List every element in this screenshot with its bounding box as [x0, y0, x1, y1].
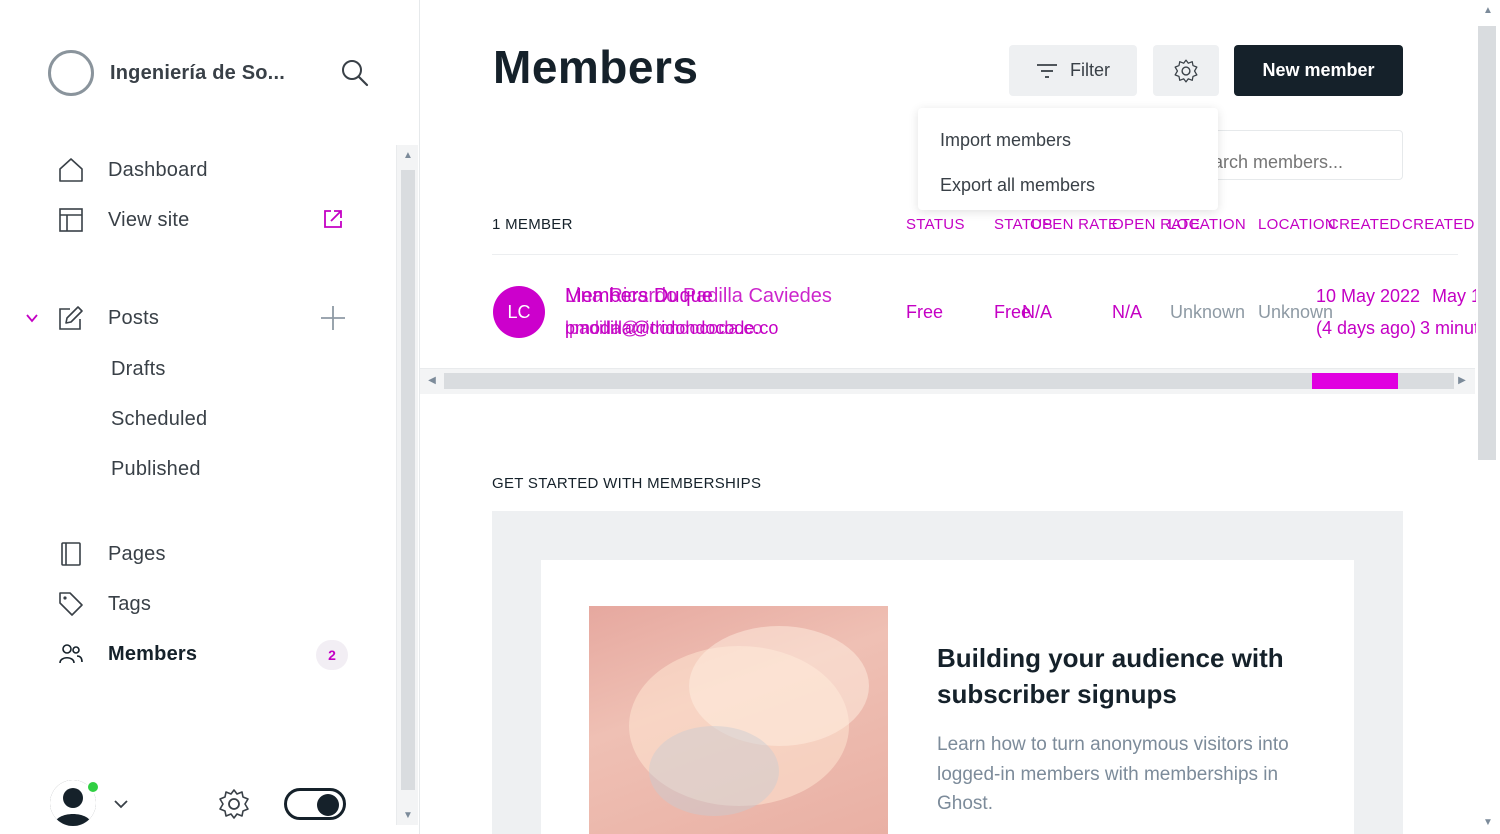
scroll-track[interactable]	[444, 373, 1454, 389]
sidebar-item-tags[interactable]: Tags	[58, 588, 151, 620]
scroll-thumb[interactable]	[1312, 373, 1398, 389]
sidebar-item-label: View site	[108, 208, 190, 231]
sidebar-scroll-thumb[interactable]	[401, 170, 415, 790]
site-logo	[48, 50, 94, 96]
export-members-item[interactable]: Export all members	[940, 175, 1095, 196]
settings-dropdown-menu: Import members Export all members	[918, 108, 1218, 210]
sidebar-item-members[interactable]: Members	[58, 638, 197, 670]
search-icon[interactable]	[340, 58, 370, 88]
sidebar-item-scheduled[interactable]: Scheduled	[111, 408, 207, 431]
layout-icon	[58, 207, 84, 233]
sidebar-item-label: Tags	[108, 592, 152, 615]
table-horizontal-scrollbar[interactable]: ◀ ▶	[420, 368, 1475, 394]
page-title: Members	[493, 41, 699, 93]
member-location: Unknown	[1170, 302, 1246, 322]
members-count-badge: 2	[316, 640, 348, 670]
sidebar-item-dashboard[interactable]: Dashboard	[58, 154, 208, 186]
member-email: lpadilla@ridondocoda.co	[565, 318, 763, 338]
sidebar-item-pages[interactable]: Pages	[58, 538, 166, 570]
new-member-button[interactable]: New member	[1234, 45, 1403, 96]
toggle-knob	[317, 794, 339, 816]
filter-button[interactable]: Filter	[1009, 45, 1137, 96]
edit-icon	[58, 305, 84, 331]
plus-icon[interactable]	[318, 303, 348, 333]
get-started-title: GET STARTED WITH MEMBERSHIPS	[492, 475, 762, 492]
sidebar-item-label: Posts	[108, 306, 160, 329]
site-brand[interactable]: Ingeniería de So...	[48, 50, 285, 96]
column-header-location[interactable]: LOCATION	[1168, 216, 1246, 233]
members-settings-button[interactable]	[1153, 45, 1219, 96]
member-count: 1 MEMBER	[492, 216, 573, 233]
new-member-label: New member	[1262, 60, 1375, 80]
members-icon	[58, 641, 84, 667]
sidebar-item-label: Pages	[108, 542, 166, 565]
scroll-down-arrow-icon[interactable]: ▼	[1480, 816, 1496, 830]
gear-icon	[1174, 58, 1198, 83]
member-created-date: May 1	[1432, 286, 1482, 306]
scroll-left-arrow-icon[interactable]: ◀	[424, 373, 440, 389]
column-header-created[interactable]: CREATED	[1402, 216, 1475, 233]
scroll-right-arrow-icon[interactable]: ▶	[1454, 373, 1470, 389]
member-created-ago: (4 days ago)	[1316, 318, 1417, 338]
member-avatar: LC	[493, 286, 545, 338]
pages-icon	[58, 541, 84, 567]
page-scrollbar[interactable]: ▲ ▼	[1476, 0, 1500, 834]
sidebar-item-view-site[interactable]: View site	[58, 204, 189, 236]
illustration-shape	[649, 726, 779, 816]
gear-icon[interactable]	[216, 786, 252, 822]
member-name: Lina Ricardo Padilla Caviedes	[565, 285, 832, 307]
sidebar-item-drafts[interactable]: Drafts	[111, 358, 166, 381]
get-started-illustration	[589, 606, 888, 834]
chevron-down-icon[interactable]	[24, 310, 40, 326]
member-created-ago: 3 minut	[1420, 318, 1480, 338]
external-link-icon[interactable]	[322, 208, 344, 230]
scroll-up-arrow-icon[interactable]: ▲	[400, 149, 416, 163]
member-initials: LC	[507, 301, 531, 322]
online-status-indicator	[86, 780, 100, 794]
tag-icon	[58, 591, 84, 617]
home-icon	[58, 157, 84, 183]
page-scroll-thumb[interactable]	[1478, 26, 1496, 460]
filter-button-label: Filter	[1070, 60, 1110, 80]
sidebar-item-label: Members	[108, 642, 198, 665]
site-name: Ingeniería de So...	[110, 61, 285, 84]
column-header-status[interactable]: STATUS	[906, 216, 965, 233]
get-started-heading: Building your audience with subscriber s…	[937, 643, 1284, 709]
column-header-location[interactable]: LOCATION	[1258, 216, 1336, 233]
sidebar: Ingeniería de So... Dashboard View site …	[0, 0, 420, 834]
filter-icon	[1037, 63, 1057, 78]
dark-mode-toggle[interactable]	[284, 788, 346, 820]
chevron-down-icon[interactable]	[112, 796, 130, 812]
table-header-divider	[492, 254, 1458, 255]
get-started-description: Learn how to turn anonymous visitors int…	[937, 734, 1289, 814]
scroll-up-arrow-icon[interactable]: ▲	[1480, 4, 1496, 18]
sidebar-item-published[interactable]: Published	[111, 458, 201, 481]
import-members-item[interactable]: Import members	[940, 130, 1071, 151]
member-status: Free	[906, 302, 944, 322]
column-header-open-rate[interactable]: OPEN RATE	[1030, 216, 1118, 233]
scroll-down-arrow-icon[interactable]: ▼	[400, 809, 416, 823]
sidebar-item-label: Dashboard	[108, 158, 208, 181]
sidebar-item-posts[interactable]: Posts	[58, 302, 159, 334]
column-header-created[interactable]: CREATED	[1328, 216, 1401, 233]
sidebar-scrollbar[interactable]: ▲ ▼	[396, 145, 418, 825]
member-open-rate: N/A	[1112, 302, 1143, 322]
member-open-rate: N/A	[1022, 302, 1053, 322]
member-created-date: 10 May 2022	[1316, 286, 1421, 306]
